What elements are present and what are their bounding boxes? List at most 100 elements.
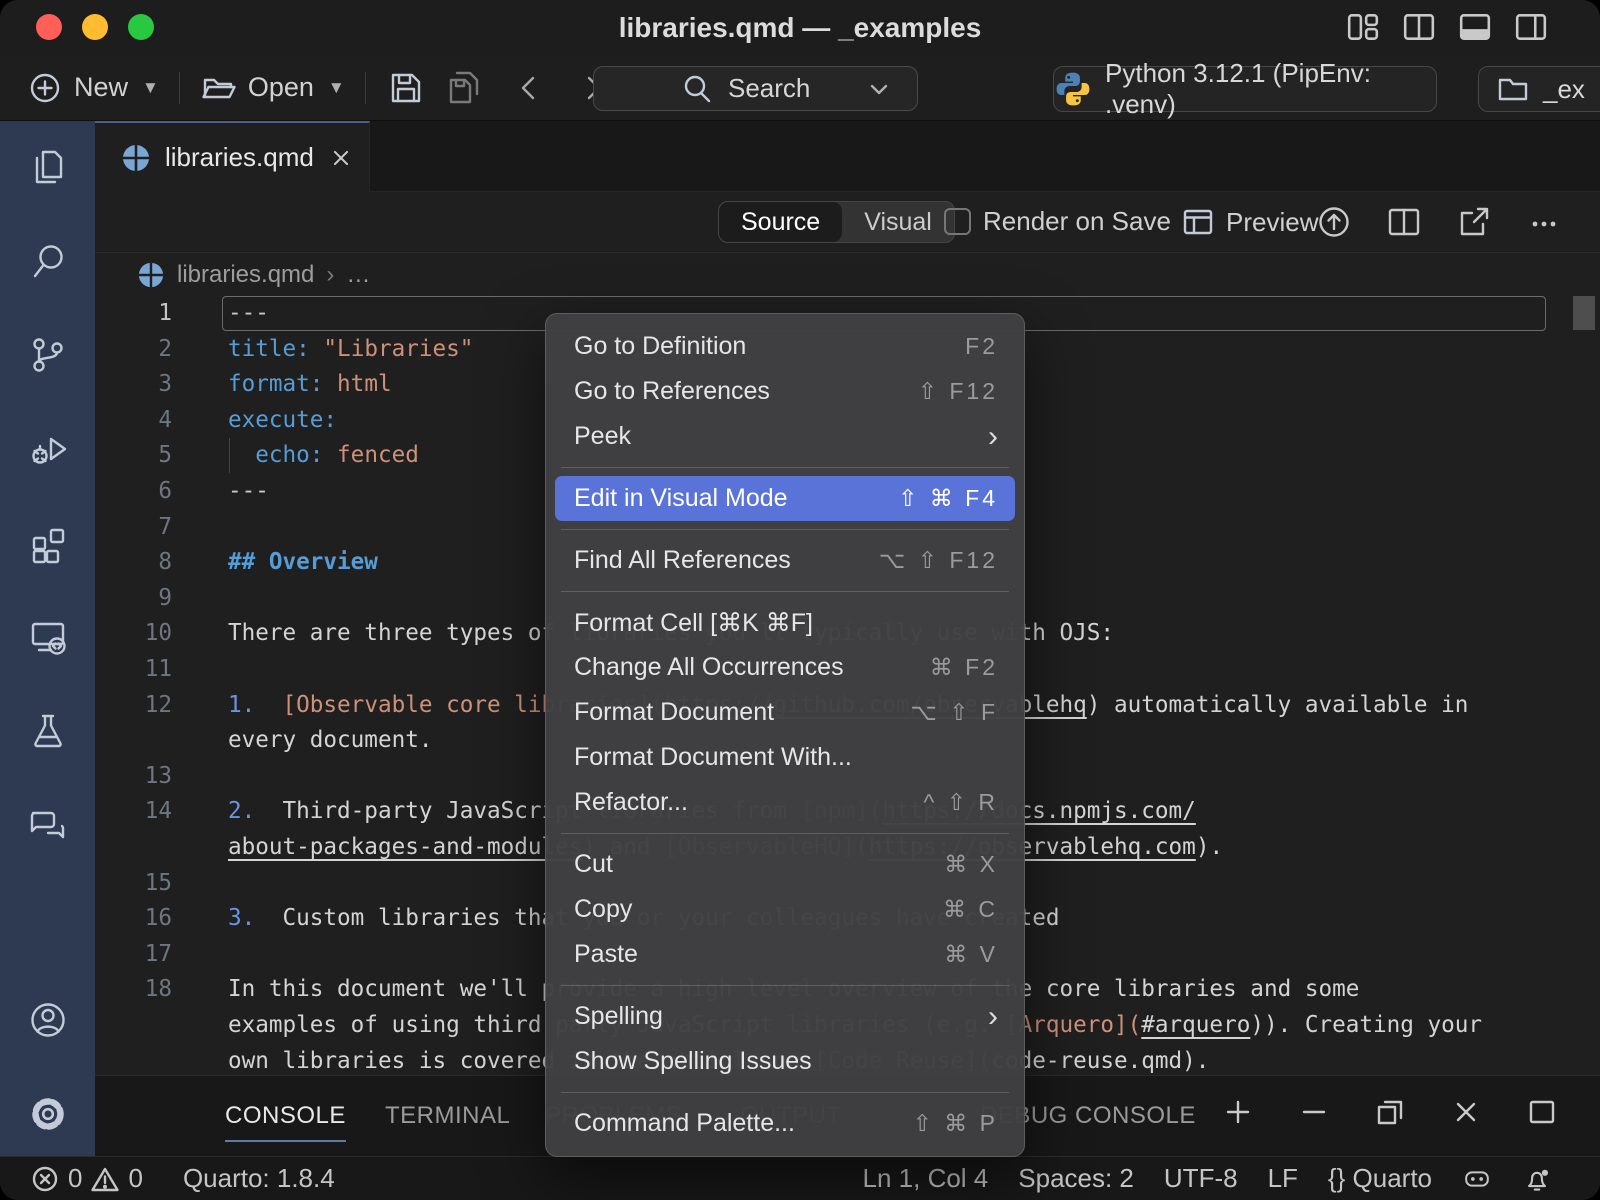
split-editor-icon[interactable] — [1386, 204, 1422, 240]
customize-layout-icon[interactable] — [1346, 12, 1380, 42]
code-token: about-packages-and-modules — [228, 834, 582, 860]
render-on-save-checkbox[interactable] — [944, 208, 971, 235]
menu-item-go-to-references[interactable]: Go to References⇧ F12 — [546, 369, 1024, 414]
beaker-icon[interactable] — [26, 709, 70, 753]
code-token: every document. — [228, 727, 432, 753]
save-icon[interactable] — [386, 68, 426, 108]
line-number: 17 — [95, 937, 172, 973]
menu-item-format-cell-k-f[interactable]: Format Cell [⌘K ⌘F] — [546, 600, 1024, 645]
source-control-icon[interactable] — [26, 333, 70, 377]
preview-button[interactable]: Preview — [1181, 205, 1318, 239]
toolbar-divider — [365, 72, 366, 104]
menu-item-peek[interactable]: Peek› — [546, 414, 1024, 459]
new-button[interactable]: New ▼ — [28, 71, 159, 105]
panel-restore-icon[interactable] — [1372, 1094, 1408, 1130]
panel-layout-icon[interactable] — [1524, 1094, 1560, 1130]
files-icon[interactable] — [26, 145, 70, 189]
menu-item-refactor[interactable]: Refactor...^ ⇧ R — [546, 780, 1024, 825]
menu-item-shortcut: ⇧ ⌘ F4 — [898, 485, 998, 512]
panel-add-icon[interactable] — [1220, 1094, 1256, 1130]
search-placeholder: Search — [728, 73, 810, 104]
status-copilot-icon[interactable] — [1462, 1164, 1492, 1194]
split-editor-columns-icon[interactable] — [1402, 12, 1436, 42]
menu-item-cut[interactable]: Cut⌘ X — [546, 842, 1024, 887]
menu-item-spelling[interactable]: Spelling› — [546, 994, 1024, 1039]
status-indentation[interactable]: Spaces: 2 — [1018, 1163, 1134, 1194]
menu-item-change-all-occurrences[interactable]: Change All Occurrences⌘ F2 — [546, 645, 1024, 690]
menu-item-format-document-with[interactable]: Format Document With... — [546, 735, 1024, 780]
panel-close-icon[interactable] — [1448, 1094, 1484, 1130]
status-encoding[interactable]: UTF-8 — [1164, 1163, 1238, 1194]
search-side-icon[interactable] — [26, 239, 70, 283]
code-token: echo: — [255, 442, 323, 468]
toggle-panel-icon[interactable] — [1458, 12, 1492, 42]
menu-item-shortcut: ⌘ V — [944, 941, 998, 968]
status-bell-icon[interactable] — [1522, 1164, 1552, 1194]
python-icon — [1054, 70, 1092, 108]
open-button[interactable]: Open ▼ — [200, 70, 345, 106]
remote-icon[interactable] — [26, 615, 70, 659]
code-token: 3. — [228, 905, 255, 931]
debug-icon[interactable] — [26, 427, 70, 471]
settings-gear-icon[interactable] — [26, 1092, 70, 1136]
line-number: 3 — [95, 367, 172, 403]
menu-item-find-all-references[interactable]: Find All References⌥ ⇧ F12 — [546, 538, 1024, 583]
panel-tab-console[interactable]: CONSOLE — [225, 1076, 346, 1156]
menu-item-format-document[interactable]: Format Document⌥ ⇧ F — [546, 690, 1024, 735]
breadcrumb[interactable]: libraries.qmd › … — [95, 253, 1600, 296]
menu-item-edit-in-visual-mode[interactable]: Edit in Visual Mode ⇧ ⌘ F4 — [555, 476, 1015, 521]
new-button-label: New — [74, 72, 128, 103]
workspace-selector[interactable]: _ex — [1478, 66, 1600, 112]
source-mode-button[interactable]: Source — [719, 202, 842, 242]
menu-item-label: Paste — [574, 940, 638, 969]
line-number: 1 — [95, 296, 172, 332]
interpreter-selector[interactable]: Python 3.12.1 (PipEnv: .venv) — [1053, 66, 1437, 112]
editor-action-bar: Source Visual Render on Save Preview — [95, 192, 1600, 253]
code-text: format: html — [228, 367, 392, 403]
menu-item-paste[interactable]: Paste ⌘ V — [546, 932, 1024, 977]
status-language-mode[interactable]: {} Quarto — [1328, 1163, 1432, 1194]
main-toolbar: New ▼ Open ▼ Search Python 3.12.1 (PipEn… — [0, 55, 1600, 121]
interpreter-label: Python 3.12.1 (PipEnv: .venv) — [1105, 58, 1436, 120]
code-token: --- — [228, 478, 269, 504]
breadcrumb-file[interactable]: libraries.qmd — [177, 261, 314, 289]
comments-icon[interactable] — [26, 803, 70, 847]
preview-icon — [1181, 205, 1215, 239]
tab-libraries-qmd[interactable]: libraries.qmd — [95, 121, 370, 192]
menu-item-go-to-definition[interactable]: Go to DefinitionF2 — [546, 324, 1024, 369]
status-cursor-position[interactable]: Ln 1, Col 4 — [863, 1163, 989, 1194]
panel-minimize-icon[interactable] — [1296, 1094, 1332, 1130]
breadcrumb-more[interactable]: … — [346, 261, 370, 289]
context-menu: Go to DefinitionF2Go to References⇧ F12P… — [545, 313, 1025, 1157]
open-button-label: Open — [248, 72, 314, 103]
search-input[interactable]: Search — [593, 66, 918, 111]
close-tab-icon[interactable] — [328, 145, 354, 171]
menu-item-label: Refactor... — [574, 788, 688, 817]
chevron-down-icon: ▼ — [142, 78, 159, 98]
menu-item-show-spelling-issues[interactable]: Show Spelling Issues — [546, 1039, 1024, 1084]
visual-mode-button[interactable]: Visual — [842, 202, 954, 242]
toggle-secondary-sidebar-icon[interactable] — [1514, 12, 1548, 42]
extensions-icon[interactable] — [26, 521, 70, 565]
status-problems[interactable]: 0 0 — [30, 1163, 143, 1194]
menu-item-label: Format Document With... — [574, 743, 852, 772]
activity-bar — [0, 121, 95, 1156]
more-actions-icon[interactable] — [1526, 204, 1562, 240]
code-token: fenced — [323, 442, 418, 468]
status-eol[interactable]: LF — [1268, 1163, 1298, 1194]
line-number: 13 — [95, 759, 172, 795]
menu-item-command-palette[interactable]: Command Palette...⇧ ⌘ P — [546, 1101, 1024, 1146]
code-text: --- — [228, 296, 269, 332]
publish-icon[interactable] — [1316, 204, 1352, 240]
editor-scrollbar[interactable] — [1573, 296, 1595, 330]
menu-item-label: Edit in Visual Mode — [574, 484, 788, 513]
account-icon[interactable] — [26, 998, 70, 1042]
save-all-icon[interactable] — [444, 68, 484, 108]
menu-item-label: Spelling — [574, 1002, 663, 1031]
open-in-new-window-icon[interactable] — [1456, 204, 1492, 240]
menu-item-copy[interactable]: Copy⌘ C — [546, 887, 1024, 932]
code-text: --- — [228, 474, 269, 510]
navigate-back-icon[interactable] — [512, 70, 548, 106]
panel-tab-terminal[interactable]: TERMINAL — [385, 1076, 510, 1156]
status-quarto-version[interactable]: Quarto: 1.8.4 — [183, 1163, 335, 1194]
